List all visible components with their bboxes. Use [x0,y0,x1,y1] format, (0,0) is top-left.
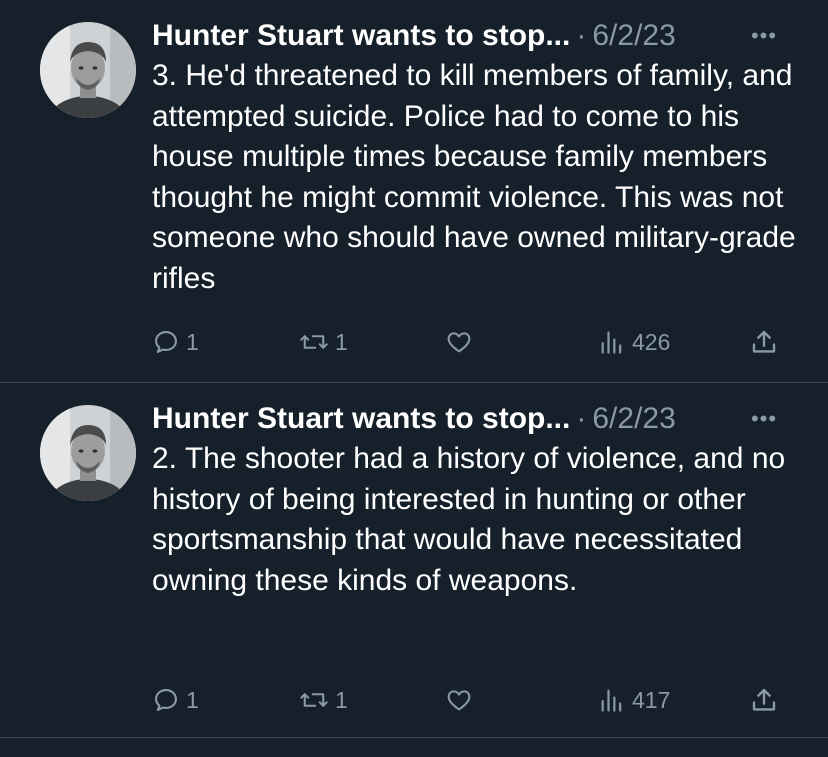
views-button[interactable]: 426 [598,322,670,362]
reply-icon [155,331,177,353]
reply-button[interactable]: 1 [152,680,199,720]
more-icon: ••• [750,406,778,431]
avatar-photo [40,22,136,118]
avatar[interactable] [40,22,136,118]
timeline-feed: Hunter Stuart wants to stop... · 6/2/23 … [0,0,828,738]
header-separator: · [576,402,587,435]
tweet-header: Hunter Stuart wants to stop... · 6/2/23 [152,14,802,58]
tweet-text: 3. He'd threatened to kill members of fa… [152,59,796,295]
like-button[interactable] [444,680,480,720]
tweet-date[interactable]: 6/2/23 [592,397,675,441]
reply-icon [155,689,177,711]
retweet-count: 1 [335,328,348,355]
share-button[interactable] [749,680,779,720]
retweet-button[interactable]: 1 [299,680,348,720]
views-count: 417 [632,686,671,713]
avatar-photo [40,405,136,501]
tweet-header: Hunter Stuart wants to stop... · 6/2/23 [152,397,802,441]
views-icon [601,689,622,712]
tweet[interactable]: Hunter Stuart wants to stop... · 6/2/23 … [0,0,828,383]
reply-button[interactable]: 1 [152,322,199,362]
tweet[interactable]: Hunter Stuart wants to stop... · 6/2/23 … [0,383,828,738]
reply-count: 1 [186,328,199,355]
share-icon [752,330,776,353]
heart-icon [447,690,471,711]
avatar[interactable] [40,405,136,501]
tweet-content: Hunter Stuart wants to stop... · 6/2/23 … [152,14,802,299]
retweet-icon [300,693,328,707]
tweet-text: 2. The shooter had a history of violence… [152,442,786,597]
more-icon: ••• [750,23,778,48]
more-options-button[interactable]: ••• [744,397,784,441]
retweet-button[interactable]: 1 [299,322,348,362]
author-name[interactable]: Hunter Stuart wants to stop... [152,14,570,58]
heart-icon [447,332,471,353]
views-count: 426 [632,328,671,355]
share-icon [752,688,776,711]
retweet-icon [300,335,328,349]
header-separator: · [576,19,587,52]
tweet-actions: 1 1 417 [152,680,792,720]
tweet-divider [0,737,828,738]
tweet-content: Hunter Stuart wants to stop... · 6/2/23 … [152,397,802,601]
reply-count: 1 [186,686,199,713]
views-icon [601,331,622,354]
tweet-date[interactable]: 6/2/23 [592,14,675,58]
like-button[interactable] [444,322,480,362]
retweet-count: 1 [335,686,348,713]
more-options-button[interactable]: ••• [744,14,784,58]
author-name[interactable]: Hunter Stuart wants to stop... [152,397,570,441]
share-button[interactable] [749,322,779,362]
tweet-actions: 1 1 426 [152,322,792,362]
views-button[interactable]: 417 [598,680,670,720]
